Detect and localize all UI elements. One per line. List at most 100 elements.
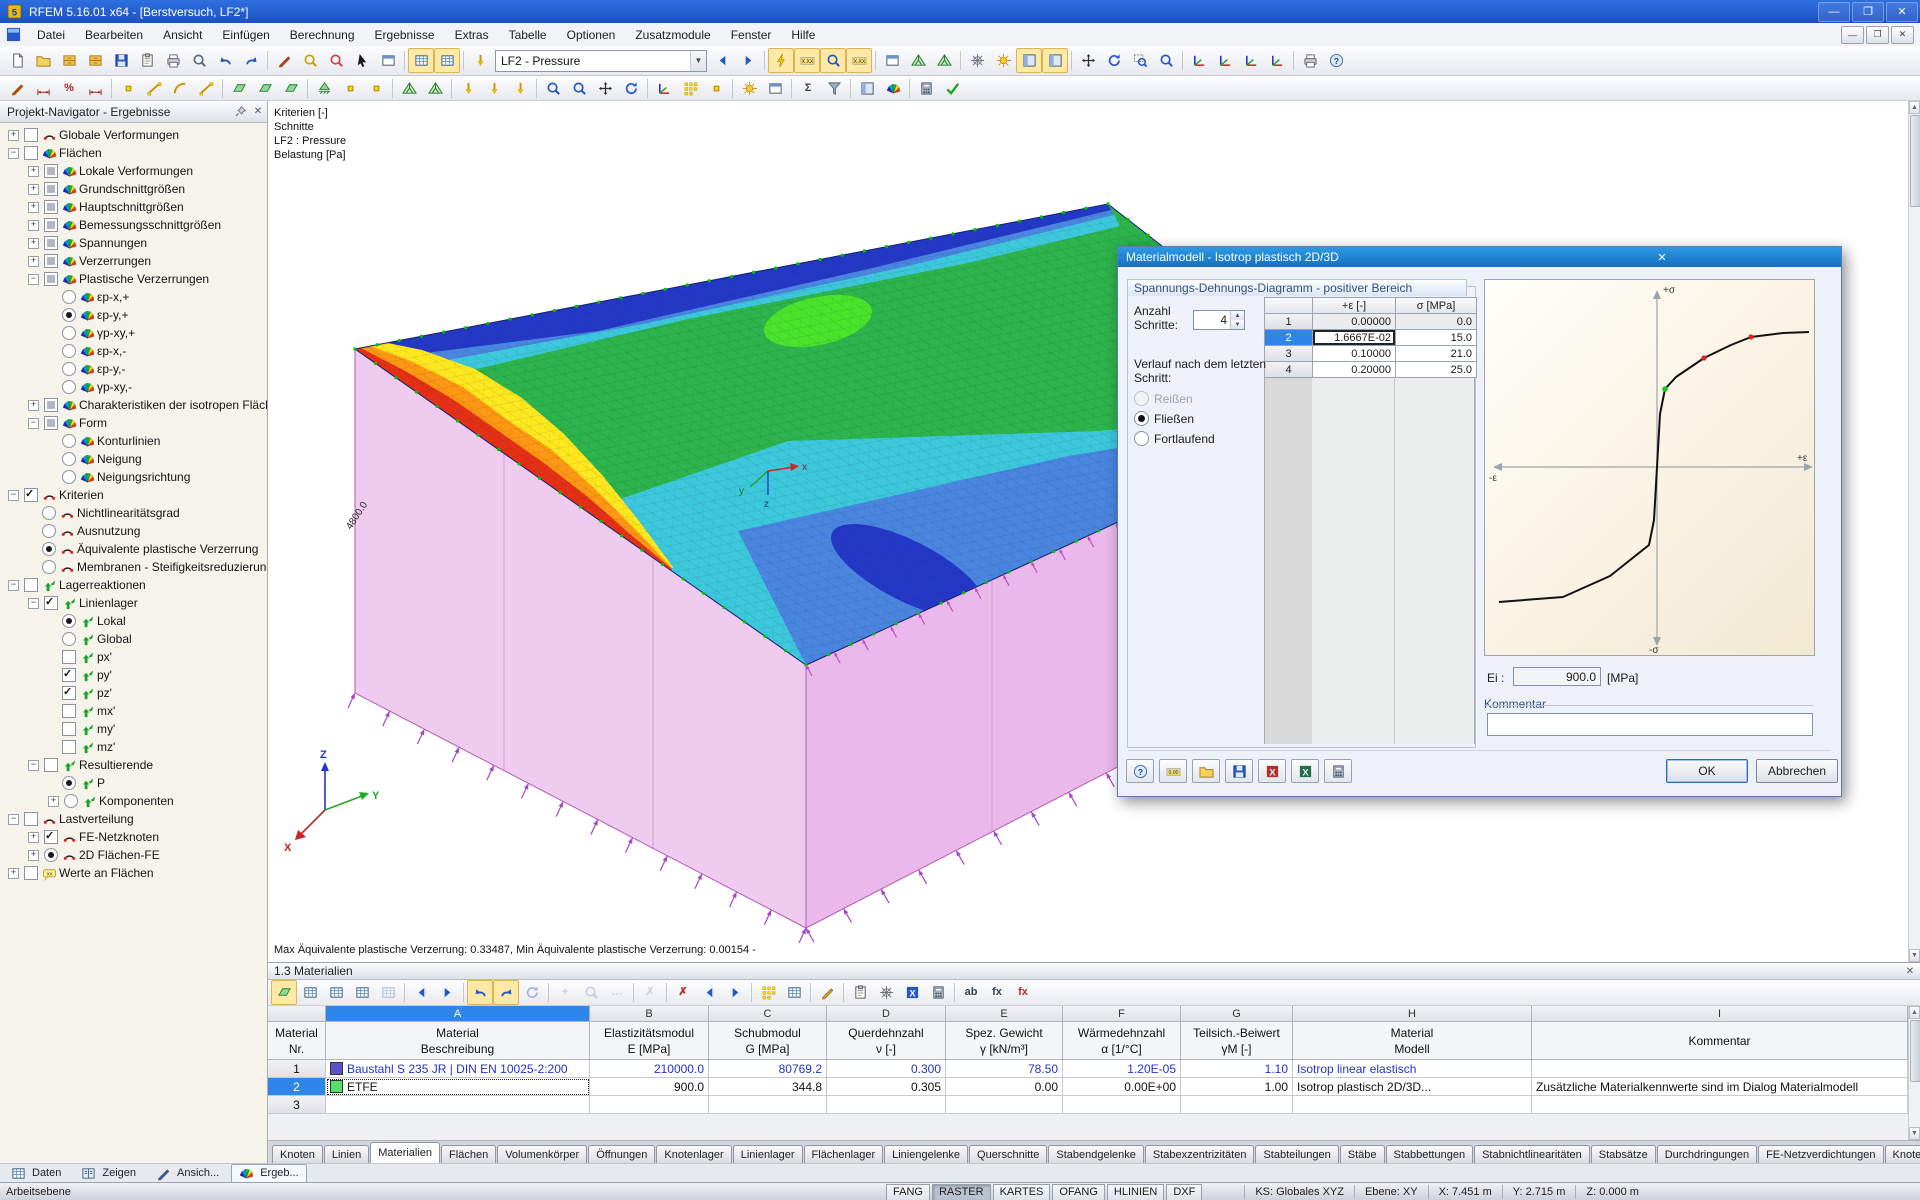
help-button[interactable]: ? [1323, 48, 1349, 73]
strain-cell[interactable]: 0.20000 [1313, 362, 1395, 377]
cell[interactable]: 0.00E+00 [1063, 1078, 1181, 1096]
tree-checkbox[interactable] [44, 218, 58, 232]
table-layout-button[interactable] [434, 48, 460, 73]
work-plane-button[interactable] [651, 76, 677, 101]
tree-item-lokale-verformungen[interactable]: + Lokale Verformungen [0, 162, 267, 180]
table-tab-stabbettungen[interactable]: Stabbettungen [1385, 1145, 1474, 1163]
material-row-1[interactable]: 1 Baustahl S 235 JR | DIN EN 10025-2:200 2… [268, 1060, 1908, 1078]
tree-checkbox[interactable] [24, 812, 38, 826]
undo-table-button[interactable] [467, 980, 493, 1005]
cell[interactable]: 0.00 [946, 1078, 1063, 1096]
tree-radio[interactable] [62, 326, 76, 340]
tree-item-mz-[interactable]: mz' [0, 738, 267, 756]
dialog-close-icon[interactable]: ✕ [1478, 249, 1838, 265]
new-node-button[interactable] [115, 76, 141, 101]
table-tab-durchdringungen[interactable]: Durchdringungen [1656, 1145, 1758, 1163]
tree-item-my-[interactable]: my' [0, 720, 267, 738]
visibility-button[interactable] [736, 76, 762, 101]
zoom-circle-button[interactable] [323, 48, 349, 73]
row-number[interactable]: 1 [268, 1060, 326, 1078]
jump-to-graphic-button[interactable] [271, 980, 297, 1005]
print-button[interactable] [160, 48, 186, 73]
toggle-dxf[interactable]: DXF [1166, 1183, 1203, 1200]
tree-item--p-xy-[interactable]: γp-xy,- [0, 378, 267, 396]
cell[interactable] [1181, 1096, 1293, 1114]
dimension-slope-button[interactable] [82, 76, 108, 101]
sum-tool-button[interactable]: Σ [795, 76, 821, 101]
row-insert-button[interactable] [696, 980, 722, 1005]
toggle-ofang[interactable]: OFANG [1052, 1183, 1105, 1200]
load-surface-button[interactable] [507, 76, 533, 101]
column-letter-D[interactable]: D [827, 1006, 946, 1022]
tree-item-plastische-verzerrungen[interactable]: − Plastische Verzerrungen [0, 270, 267, 288]
move-view-button[interactable] [1075, 48, 1101, 73]
new-polyline-button[interactable] [193, 76, 219, 101]
window-minimize-icon[interactable]: — [1818, 1, 1850, 22]
panel-tab-ansich[interactable]: Ansich... [148, 1164, 227, 1183]
tree-checkbox[interactable] [44, 595, 58, 610]
menu-zusatzmodule[interactable]: Zusatzmodule [625, 25, 720, 45]
panel-tab-ergeb[interactable]: Ergeb... [231, 1163, 307, 1183]
tree-expander-icon[interactable]: − [28, 417, 39, 429]
cell[interactable] [827, 1096, 946, 1114]
material-row-2[interactable]: 2 ETFE 900.0 344.8 0.305 0.00 0.00E+00 1.00 Isot… [268, 1078, 1908, 1096]
new-solid-button[interactable] [252, 76, 278, 101]
tree-item-kriterien[interactable]: − Kriterien [0, 486, 267, 504]
material-row-3[interactable]: 3 [268, 1096, 1908, 1114]
tree-checkbox[interactable] [24, 578, 38, 592]
combo-dropdown-icon[interactable]: ▼ [690, 50, 706, 71]
tree-item-bemessungsschnittgrößen[interactable]: + Bemessungsschnittgrößen [0, 216, 267, 234]
tree-expander-icon[interactable]: + [8, 129, 19, 141]
tree-radio[interactable] [62, 452, 76, 466]
new-release-button[interactable] [363, 76, 389, 101]
table-tab-stäbe[interactable]: Stäbe [1339, 1145, 1385, 1163]
tree-item-lokal[interactable]: Lokal [0, 612, 267, 630]
tree-radio[interactable] [62, 614, 76, 628]
table-tab-stabexzentrizitäten[interactable]: Stabexzentrizitäten [1144, 1145, 1255, 1163]
menu-hilfe[interactable]: Hilfe [781, 25, 825, 45]
tree-item-neigungsrichtung[interactable]: Neigungsrichtung [0, 468, 267, 486]
pin-icon[interactable] [231, 104, 249, 119]
print-preview-button[interactable] [186, 48, 212, 73]
select-pointer-button[interactable] [349, 48, 375, 73]
filter-button[interactable] [821, 76, 847, 101]
table-options-button[interactable]: … [604, 980, 630, 1005]
fill-view-button[interactable] [755, 980, 781, 1005]
cell[interactable] [590, 1096, 709, 1114]
zoom-previous-button[interactable] [566, 76, 592, 101]
tree-item-hauptschnittgrößen[interactable]: + Hauptschnittgrößen [0, 198, 267, 216]
spinner-buttons[interactable]: ▲ ▼ [1230, 311, 1244, 329]
results-lens-button[interactable] [820, 48, 846, 73]
table-tab-stabteilungen[interactable]: Stabteilungen [1255, 1145, 1339, 1163]
tree-checkbox[interactable] [44, 200, 58, 214]
display-properties-button[interactable] [990, 48, 1016, 73]
table-tab-linien[interactable]: Linien [323, 1145, 370, 1163]
column-letter-E[interactable]: E [946, 1006, 1063, 1022]
tree-radio[interactable] [42, 542, 56, 556]
copy-button[interactable] [134, 48, 160, 73]
tree-item--p-xy-[interactable]: γp-xy,+ [0, 324, 267, 342]
tree-radio[interactable] [62, 308, 76, 322]
tree-item-komponenten[interactable]: + Komponenten [0, 792, 267, 810]
fe-mesh-settings-button[interactable] [931, 48, 957, 73]
scroll-thumb[interactable] [1910, 115, 1920, 207]
calculate-all-button[interactable] [913, 76, 939, 101]
mdi-close-icon[interactable]: ✕ [1891, 25, 1914, 44]
window-maximize-icon[interactable]: ❐ [1852, 1, 1884, 22]
tree-expander-icon[interactable]: − [28, 273, 39, 285]
tree-item-py-[interactable]: py' [0, 666, 267, 684]
tree-radio[interactable] [62, 290, 76, 304]
stress-cell[interactable]: 21.0 [1396, 346, 1476, 361]
column-letter-empty[interactable] [268, 1006, 326, 1022]
column-left-button[interactable] [408, 980, 434, 1005]
previous-load-case-button[interactable] [709, 48, 735, 73]
formula-delete-button[interactable]: fx [1010, 980, 1036, 1005]
undo-button[interactable] [212, 48, 238, 73]
tree-item-linienlager[interactable]: − Linienlager [0, 594, 267, 612]
tree-checkbox[interactable] [44, 254, 58, 268]
new-surface-button[interactable] [226, 76, 252, 101]
tree-item-mx-[interactable]: mx' [0, 702, 267, 720]
tree-radio[interactable] [64, 794, 78, 808]
tree-checkbox[interactable] [44, 272, 58, 286]
info-table-button[interactable] [847, 980, 873, 1005]
